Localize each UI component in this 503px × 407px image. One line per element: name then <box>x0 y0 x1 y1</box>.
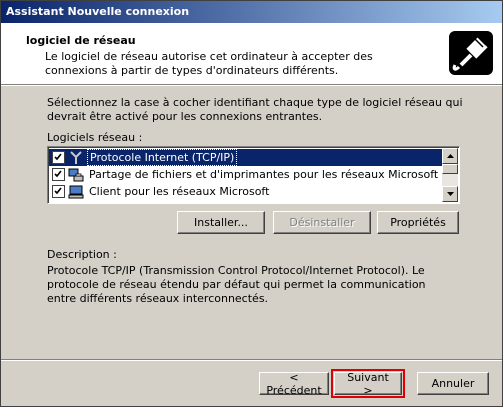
network-cable-icon <box>447 29 495 77</box>
checkbox[interactable] <box>52 151 65 164</box>
list-item[interactable]: Partage de fichiers et d'imprimantes pou… <box>49 166 442 183</box>
list-item-label: Partage de fichiers et d'imprimantes pou… <box>89 168 439 181</box>
list-item-label: Protocole Internet (TCP/IP) <box>87 149 238 166</box>
wizard-header: logiciel de réseau Le logiciel de réseau… <box>1 23 502 85</box>
checkbox[interactable] <box>52 168 65 181</box>
network-software-label: Logiciels réseau : <box>47 131 143 144</box>
checkbox[interactable] <box>52 185 65 198</box>
list-scrollbar[interactable] <box>442 148 458 202</box>
list-item[interactable]: Client pour les réseaux Microsoft <box>49 183 442 200</box>
header-title: logiciel de réseau <box>26 34 136 47</box>
file-printer-sharing-icon <box>68 167 84 183</box>
arrow-up-icon <box>446 154 454 158</box>
network-software-list[interactable]: Protocole Internet (TCP/IP) Partage de f… <box>47 146 460 204</box>
arrow-down-icon <box>446 192 454 196</box>
network-client-icon <box>68 184 84 200</box>
cancel-button[interactable]: Annuler <box>417 372 489 395</box>
list-item[interactable]: Protocole Internet (TCP/IP) <box>49 149 442 166</box>
protocol-icon <box>68 150 84 166</box>
description-label: Description : <box>47 248 117 261</box>
header-description: Le logiciel de réseau autorise cet ordin… <box>45 50 373 77</box>
uninstall-button[interactable]: Désinstaller <box>273 211 371 234</box>
list-item-label: Client pour les réseaux Microsoft <box>89 185 270 198</box>
install-button[interactable]: Installer... <box>177 211 265 234</box>
header-separator <box>1 85 502 86</box>
scroll-up-button[interactable] <box>442 148 458 164</box>
scroll-down-button[interactable] <box>442 186 458 202</box>
back-button[interactable]: < Précédent <box>259 371 329 397</box>
window-title: Assistant Nouvelle connexion <box>6 5 190 18</box>
scroll-thumb[interactable] <box>442 164 458 174</box>
description-text: Protocole TCP/IP (Transmission Control P… <box>47 264 426 305</box>
next-button[interactable]: Suivant > <box>331 369 405 398</box>
wizard-window: Assistant Nouvelle connexion logiciel de… <box>0 0 503 407</box>
properties-button[interactable]: Propriétés <box>377 211 459 234</box>
title-bar[interactable]: Assistant Nouvelle connexion <box>1 1 502 23</box>
intro-text: Sélectionnez la case à cocher identifian… <box>47 96 463 123</box>
footer-separator-highlight <box>1 360 502 361</box>
